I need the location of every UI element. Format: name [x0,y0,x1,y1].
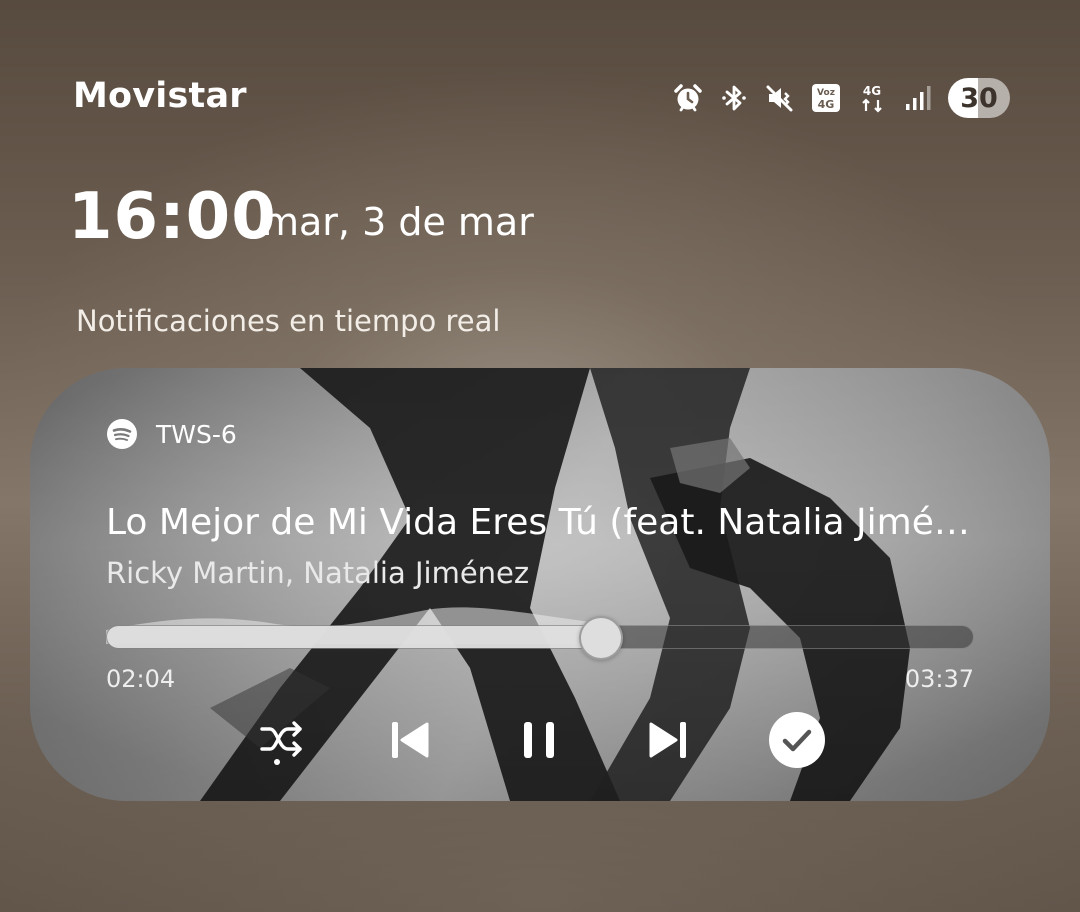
media-source-row[interactable]: TWS-6 [106,418,237,450]
4g-data-icon: 4G [862,84,882,113]
next-track-button[interactable] [636,708,700,772]
svg-text:Voz: Voz [817,88,835,98]
elapsed-time: 02:04 [106,665,176,693]
spotify-icon [107,419,137,449]
live-notifications-label: Notificaciones en tiempo real [76,304,501,338]
pause-icon [524,722,554,758]
track-title: Lo Mejor de Mi Vida Eres Tú (feat. Natal… [106,502,986,543]
seek-bar-thumb[interactable] [579,616,624,660]
bluetooth-icon [722,85,746,111]
carrier-name: Movistar [73,76,247,116]
alarm-icon [674,84,702,112]
vibrate-mute-icon [766,85,793,112]
total-time: 03:37 [904,665,974,693]
shuffle-button[interactable] [250,708,314,772]
seek-bar-fill [107,626,602,648]
shuffle-icon [260,721,302,765]
next-icon [649,722,686,758]
volte-icon: Voz 4G [812,84,840,112]
previous-icon [392,722,429,758]
seek-bar[interactable] [106,616,974,660]
playback-controls [30,708,1050,772]
lockscreen-clock: 16:00 [68,180,277,254]
pause-button[interactable] [507,708,571,772]
svg-text:4G: 4G [863,84,881,98]
signal-icon [906,86,931,110]
lockscreen-date: mar, 3 de mar [262,200,534,244]
media-player-card[interactable]: TWS-6 Lo Mejor de Mi Vida Eres Tú (feat.… [30,368,1050,801]
check-icon [769,712,825,768]
battery-level: 30 [960,82,998,114]
output-device-name: TWS-6 [156,419,237,449]
save-to-library-button[interactable] [765,708,829,772]
svg-text:4G: 4G [818,98,835,111]
status-icons: Voz 4G 4G 30 [672,78,1010,118]
track-artist: Ricky Martin, Natalia Jiménez [106,556,530,590]
previous-track-button[interactable] [378,708,442,772]
battery-indicator: 30 [948,78,1010,118]
